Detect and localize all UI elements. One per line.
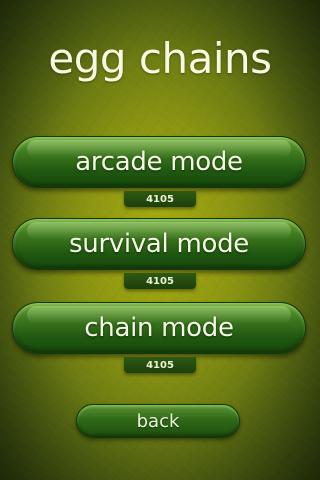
arcade-mode-label: arcade mode: [75, 147, 243, 177]
chain-high-score-tab: 4105: [124, 357, 196, 373]
game-title: egg chains: [48, 34, 272, 83]
survival-high-score: 4105: [146, 275, 174, 287]
survival-mode-label: survival mode: [69, 229, 249, 259]
chain-mode-button[interactable]: chain mode: [12, 302, 306, 354]
chain-high-score: 4105: [146, 359, 174, 371]
survival-high-score-tab: 4105: [124, 273, 196, 289]
chain-mode-label: chain mode: [84, 313, 234, 343]
back-button[interactable]: back: [76, 404, 240, 438]
survival-mode-button[interactable]: survival mode: [12, 218, 306, 270]
arcade-mode-button[interactable]: arcade mode: [12, 136, 306, 188]
arcade-high-score: 4105: [146, 193, 174, 205]
back-button-label: back: [136, 410, 180, 432]
arcade-high-score-tab: 4105: [124, 191, 196, 207]
